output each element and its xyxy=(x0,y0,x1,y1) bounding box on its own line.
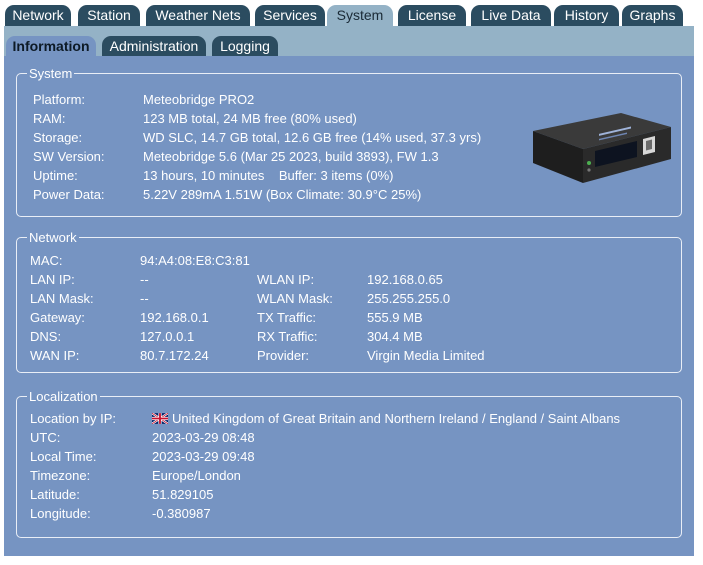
utc-value: 2023-03-29 08:48 xyxy=(152,430,255,445)
tab-license[interactable]: License xyxy=(398,5,466,26)
tab-network[interactable]: Network xyxy=(5,5,71,26)
tab-system[interactable]: System xyxy=(327,5,393,27)
tab-live-data[interactable]: Live Data xyxy=(471,5,551,26)
tab-graphs[interactable]: Graphs xyxy=(622,5,683,26)
gateway-label: Gateway: xyxy=(30,310,85,325)
longitude-label: Longitude: xyxy=(30,506,91,521)
wlan-ip-label: WLAN IP: xyxy=(257,272,315,287)
lan-ip-value: -- xyxy=(140,272,149,287)
uptime-value: 13 hours, 10 minutes Buffer: 3 items (0%… xyxy=(143,168,394,183)
lan-mask-value: -- xyxy=(140,291,149,306)
mac-label: MAC: xyxy=(30,253,63,268)
location-value-wrap: United Kingdom of Great Britain and Nort… xyxy=(152,411,620,427)
tx-traffic-label: TX Traffic: xyxy=(257,310,316,325)
timezone-label: Timezone: xyxy=(30,468,91,483)
lan-mask-label: LAN Mask: xyxy=(30,291,94,306)
local-time-value: 2023-03-29 09:48 xyxy=(152,449,255,464)
provider-label: Provider: xyxy=(257,348,310,363)
localization-legend: Localization xyxy=(29,389,98,404)
subtab-logging[interactable]: Logging xyxy=(212,36,278,56)
subtab-information[interactable]: Information xyxy=(6,36,96,56)
wlan-ip-value: 192.168.0.65 xyxy=(367,272,443,287)
storage-value: WD SLC, 14.7 GB total, 12.6 GB free (14%… xyxy=(143,130,482,145)
ram-label: RAM: xyxy=(33,111,66,126)
meteobridge-device-image xyxy=(533,113,671,183)
latitude-label: Latitude: xyxy=(30,487,80,502)
uk-flag-icon xyxy=(152,413,168,424)
power-data-label: Power Data: xyxy=(33,187,105,202)
ram-value: 123 MB total, 24 MB free (80% used) xyxy=(143,111,357,126)
lan-ip-label: LAN IP: xyxy=(30,272,75,287)
tab-history[interactable]: History xyxy=(554,5,619,26)
dns-label: DNS: xyxy=(30,329,62,344)
rx-traffic-label: RX Traffic: xyxy=(257,329,318,344)
location-value: United Kingdom of Great Britain and Nort… xyxy=(172,411,621,426)
wan-ip-value: 80.7.172.24 xyxy=(140,348,209,363)
tx-traffic-value: 555.9 MB xyxy=(367,310,423,325)
storage-label: Storage: xyxy=(33,130,83,145)
wlan-mask-value: 255.255.255.0 xyxy=(367,291,451,306)
wlan-mask-label: WLAN Mask: xyxy=(257,291,333,306)
timezone-value: Europe/London xyxy=(152,468,241,483)
network-group: Network xyxy=(16,230,682,373)
utc-label: UTC: xyxy=(30,430,61,445)
sw-version-label: SW Version: xyxy=(33,149,105,164)
local-time-label: Local Time: xyxy=(30,449,97,464)
subtab-administration[interactable]: Administration xyxy=(102,36,206,56)
tab-station[interactable]: Station xyxy=(78,5,140,26)
longitude-value: -0.380987 xyxy=(152,506,211,521)
rx-traffic-value: 304.4 MB xyxy=(367,329,423,344)
tab-services[interactable]: Services xyxy=(255,5,325,26)
provider-value: Virgin Media Limited xyxy=(367,348,485,363)
system-legend: System xyxy=(29,66,73,81)
sw-version-value: Meteobridge 5.6 (Mar 25 2023, build 3893… xyxy=(143,149,439,164)
power-data-value: 5.22V 289mA 1.51W (Box Climate: 30.9°C 2… xyxy=(143,187,422,202)
platform-label: Platform: xyxy=(33,92,86,107)
dns-value: 127.0.0.1 xyxy=(140,329,195,344)
network-legend: Network xyxy=(29,230,77,245)
platform-value: Meteobridge PRO2 xyxy=(143,92,255,107)
location-label: Location by IP: xyxy=(30,411,116,426)
mac-value: 94:A4:08:E8:C3:81 xyxy=(140,253,250,268)
tab-weather-nets[interactable]: Weather Nets xyxy=(146,5,250,26)
gateway-value: 192.168.0.1 xyxy=(140,310,209,325)
latitude-value: 51.829105 xyxy=(152,487,214,502)
uptime-label: Uptime: xyxy=(33,168,78,183)
wan-ip-label: WAN IP: xyxy=(30,348,80,363)
